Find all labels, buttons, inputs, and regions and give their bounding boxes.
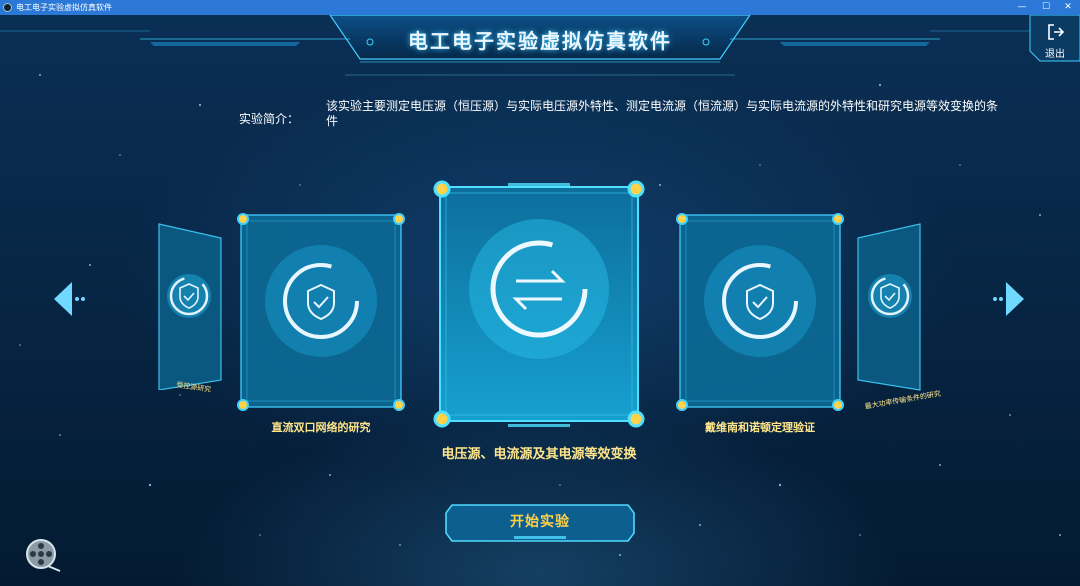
exit-button[interactable]: 退出 xyxy=(1034,19,1076,61)
chevron-left-icon xyxy=(54,282,72,316)
film-reel-button[interactable] xyxy=(24,537,62,575)
experiment-label: 戴维南和诺顿定理验证 xyxy=(705,421,815,434)
film-reel-icon xyxy=(26,539,61,572)
experiment-card-far-left[interactable]: 受控源研究 xyxy=(155,220,227,394)
chevron-right-icon xyxy=(1006,282,1024,316)
maximize-button[interactable]: ☐ xyxy=(1034,0,1058,15)
exit-label: 退出 xyxy=(1045,49,1065,60)
experiment-card-left[interactable]: 直流双口网络的研究 xyxy=(231,205,411,435)
intro-label: 实验简介： xyxy=(239,112,300,126)
intro-text: 该实验主要测定电压源（恒压源）与实际电压源外特性、测定电流源（恒流源）与实际电流… xyxy=(326,99,999,128)
exit-icon xyxy=(1048,24,1065,40)
close-button[interactable]: ✕ xyxy=(1056,0,1080,15)
app-canvas: 电工电子实验虚拟仿真软件 退出 实验简介： 该实验主要测定电压源（恒压源）与实际… xyxy=(0,15,1080,586)
start-experiment-label: 开始实验 xyxy=(510,514,570,530)
experiment-label-selected: 电压源、电流源及其电源等效变换 xyxy=(441,447,637,462)
carousel-prev-button[interactable] xyxy=(50,279,90,319)
window-title: 电工电子实验虚拟仿真软件 xyxy=(16,3,112,12)
app-title: 电工电子实验虚拟仿真软件 xyxy=(408,29,672,53)
start-experiment-button[interactable]: 开始实验 xyxy=(444,503,636,543)
experiment-label: 直流双口网络的研究 xyxy=(271,421,371,434)
minimize-button[interactable]: — xyxy=(1010,0,1034,15)
experiment-card-far-right[interactable]: 最大功率传输条件的研究 xyxy=(852,220,941,411)
carousel-next-button[interactable] xyxy=(988,279,1028,319)
window-titlebar: 电工电子实验虚拟仿真软件 — ☐ ✕ xyxy=(0,0,1080,15)
experiment-card-center[interactable]: 电压源、电流源及其电源等效变换 xyxy=(428,177,650,467)
experiment-card-right[interactable]: 戴维南和诺顿定理验证 xyxy=(670,205,850,435)
app-icon xyxy=(3,3,12,12)
